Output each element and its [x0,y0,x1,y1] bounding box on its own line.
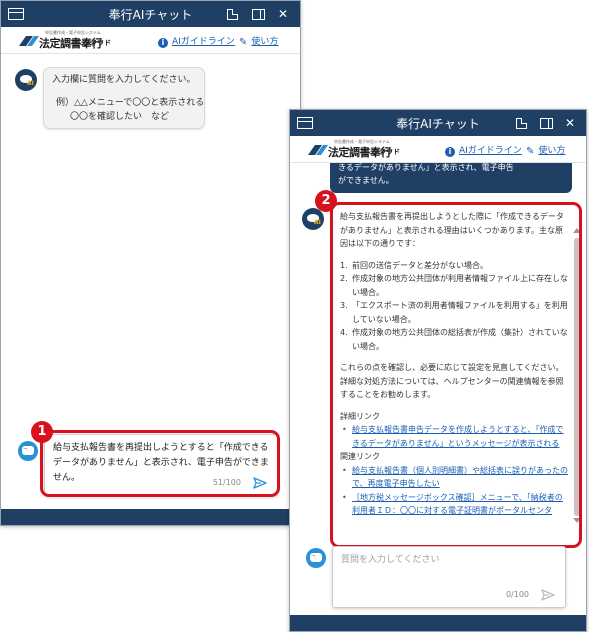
step-badge-1: 1 [31,421,53,443]
user-message-bubble: きるデータがありません」と表示され、電子申告 ができません。 [330,163,572,193]
ai-guideline-link[interactable]: i AIガイドライン [445,143,522,157]
dock-side-icon[interactable] [540,118,553,129]
popout-icon[interactable] [227,9,238,20]
user-message-line-1: きるデータがありません」と表示され、電子申告 [338,163,514,172]
bot-avatar-icon [302,208,324,230]
question-input[interactable]: 質問を入力してください 0/100 [332,546,566,608]
close-icon[interactable]: ✕ [562,115,578,131]
footer-bar [1,509,300,525]
book-icon: ✎ [526,146,535,157]
chat-window-2: 奉行AIチャット ✕ 申告書作成・電子申告システム 法定調書奉行 クラウド iA… [289,109,587,632]
logo-mark-icon [19,36,39,46]
popout-icon[interactable] [516,118,527,129]
bot-message-bubble: 入力欄に質問を入力してください。 例）△△メニューで〇〇と表示される 〇〇を確認… [43,67,205,129]
ai-guideline-label: AIガイドライン [172,37,235,47]
howto-label: 使い方 [538,146,566,156]
info-icon: i [158,38,168,48]
bot-message-line-1: 入力欄に質問を入力してください。 [52,75,196,85]
highlight-box-1 [40,430,280,497]
howto-link[interactable]: ✎ 使い方 [239,34,278,48]
header: 申告書作成・電子申告システム 法定調書奉行 クラウド i AIガイドライン ✎ 使い… [290,136,586,163]
question-input-placeholder[interactable]: 質問を入力してください [341,553,557,568]
bot-message-line-3: 〇〇を確認したい など [70,112,170,122]
highlight-box-2 [330,202,582,548]
footer-bar [290,615,586,631]
book-icon: ✎ [239,37,248,48]
bot-avatar-icon [15,69,37,91]
step-badge-2: 2 [315,190,337,212]
send-icon[interactable] [541,588,555,602]
close-icon[interactable]: ✕ [275,6,291,22]
user-chat-icon [306,548,326,568]
product-logo: 申告書作成・電子申告システム 法定調書奉行 クラウド [17,30,113,50]
char-counter: 0/100 [505,590,529,599]
ai-guideline-link[interactable]: i AIガイドライン [158,34,235,48]
logo-mark-icon [308,145,328,155]
chat-window-1: 奉行AIチャット ✕ 申告書作成・電子申告システム 法定調書奉行 クラウド iA… [0,0,301,526]
howto-label: 使い方 [251,37,279,47]
header: 申告書作成・電子申告システム 法定調書奉行 クラウド i AIガイドライン ✎ 使い… [1,27,300,54]
ai-guideline-label: AIガイドライン [459,146,522,156]
dock-side-icon[interactable] [252,9,265,20]
title-bar: 奉行AIチャット ✕ [1,1,300,27]
product-logo: 申告書作成・電子申告システム 法定調書奉行 クラウド [306,139,402,159]
user-message-line-2: ができません。 [338,176,394,185]
user-chat-icon [18,441,38,461]
bot-message-line-2: 例）△△メニューで〇〇と表示される [56,98,205,108]
title-bar: 奉行AIチャット ✕ [290,110,586,136]
info-icon: i [445,147,455,157]
logo-cloud-label: クラウド [372,148,400,156]
howto-link[interactable]: ✎ 使い方 [526,143,565,157]
logo-cloud-label: クラウド [83,39,111,47]
